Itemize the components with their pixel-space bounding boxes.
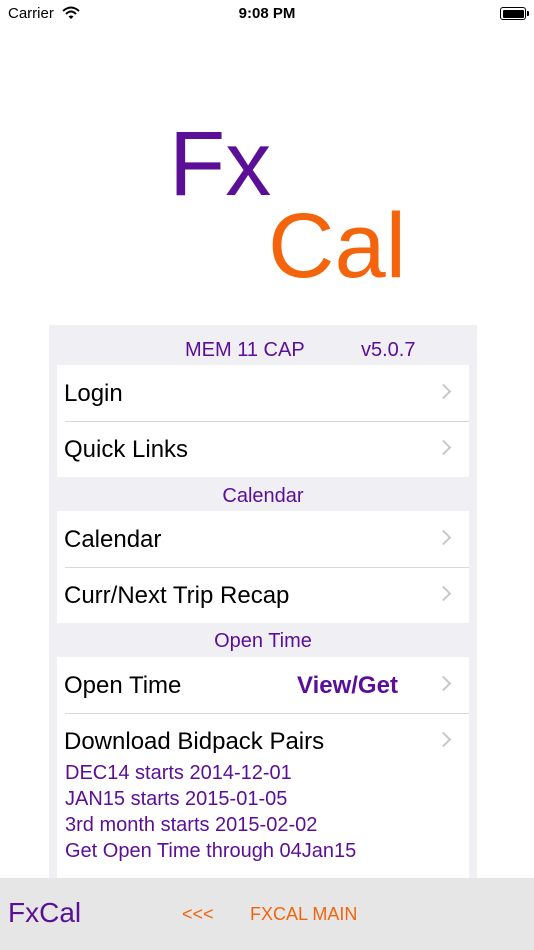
chevron-right-icon	[435, 585, 452, 602]
battery-icon	[500, 7, 529, 20]
month-info-box: DEC14 starts 2014-12-01 JAN15 starts 201…	[57, 753, 469, 878]
header-title: MEM 11 CAP	[185, 339, 305, 361]
info-line: JAN15 starts 2015-01-05	[65, 788, 288, 810]
calendar-label: Calendar	[64, 526, 162, 553]
clock: 9:08 PM	[238, 5, 296, 22]
bottom-bar: FxCal <<< FXCAL MAIN	[0, 878, 534, 950]
quick-links-row[interactable]: Quick Links	[57, 421, 469, 477]
chevron-right-icon	[435, 439, 452, 456]
section-calendar-header: Calendar	[222, 485, 304, 507]
header-version: v5.0.7	[361, 339, 416, 361]
logo-cal: Cal	[268, 195, 407, 297]
chevron-right-icon	[435, 383, 452, 400]
account-group: Login Quick Links	[57, 365, 469, 477]
panel-header: MEM 11 CAP v5.0.7	[49, 335, 477, 365]
trip-recap-label: Curr/Next Trip Recap	[64, 582, 290, 609]
chevron-right-icon	[435, 731, 452, 748]
login-label: Login	[64, 380, 123, 407]
open-time-row[interactable]: Open Time View/Get	[57, 657, 469, 713]
calendar-group: Calendar Curr/Next Trip Recap	[57, 511, 469, 623]
trip-recap-row[interactable]: Curr/Next Trip Recap	[57, 567, 469, 623]
main-menu-panel: MEM 11 CAP v5.0.7 Login Quick Links Cale…	[49, 325, 477, 878]
download-bidpack-label: Download Bidpack Pairs	[64, 728, 325, 755]
info-line: DEC14 starts 2014-12-01	[65, 762, 292, 784]
chevron-right-icon	[435, 529, 452, 546]
open-time-label: Open Time	[64, 672, 182, 699]
fxcal-main-button[interactable]: FXCAL MAIN	[250, 904, 357, 925]
status-bar: Carrier 9:08 PM	[0, 0, 534, 30]
info-line: 3rd month starts 2015-02-02	[65, 814, 318, 836]
app-name-label: FxCal	[8, 897, 82, 928]
back-button[interactable]: <<<	[182, 904, 214, 925]
info-line: Get Open Time through 04Jan15	[65, 840, 357, 862]
quick-links-label: Quick Links	[64, 436, 189, 463]
calendar-row[interactable]: Calendar	[57, 511, 469, 567]
view-get-link[interactable]: View/Get	[297, 672, 398, 700]
section-open-time-header: Open Time	[214, 630, 312, 652]
logo-fx: Fx	[169, 113, 272, 215]
chevron-right-icon	[435, 675, 452, 692]
login-row[interactable]: Login	[57, 365, 469, 421]
